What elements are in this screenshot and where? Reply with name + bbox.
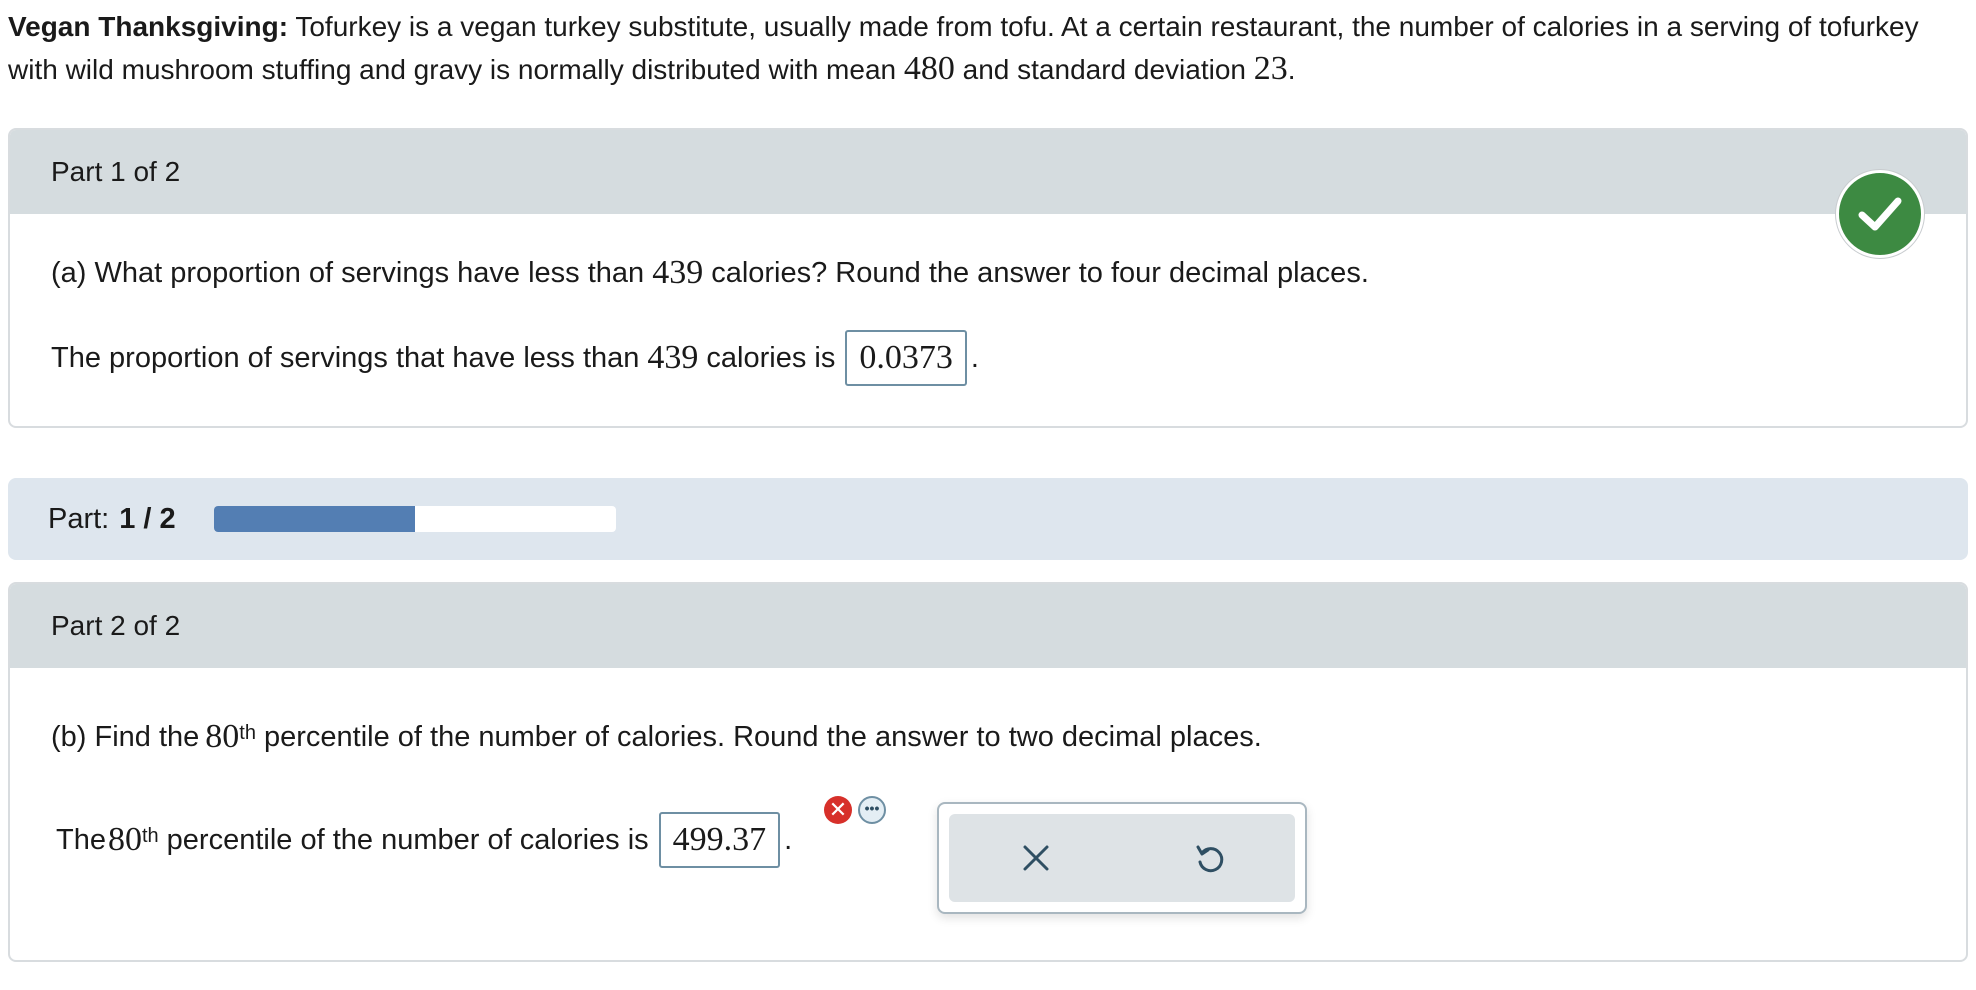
part2-question-sup: th [239,721,256,744]
part2-answer-value: 499.37 [672,821,767,858]
close-icon[interactable] [1006,828,1066,888]
part2-answer-text-b: percentile of the number of calories is [166,823,649,856]
part1-question-number: 439 [652,254,704,291]
part2-answer-text-a: The [56,823,106,856]
progress-track [213,506,616,532]
part2-answer-number: 80 [107,821,142,858]
intro-text-c: . [1287,54,1296,85]
undo-icon[interactable] [1179,828,1239,888]
part1-answer-period: . [970,341,979,374]
part1-question: (a) What proportion of servings have les… [51,254,1369,292]
progress-fill [213,506,415,532]
part-progress: Part: 1 / 2 [8,478,1968,560]
part1-answer-text-a: The proportion of servings that have les… [51,341,640,374]
intro-text-b: and standard deviation [954,54,1254,85]
part1-answer-value: 0.0373 [859,339,953,376]
part2-question-text-b: percentile of the number of calories. Ro… [263,720,1262,753]
part2-answer-line: The 80th percentile of the number of cal… [56,812,792,868]
part2-header: Part 2 of 2 [10,584,1966,668]
progress-value: 1 / 2 [119,502,176,535]
part2-question-text-a: (b) Find the [51,720,200,753]
answer-tools-popup [937,802,1307,914]
correct-check-icon [1836,170,1924,258]
part2-question: (b) Find the 80th percentile of the numb… [51,718,1262,756]
mean-value: 480 [903,50,955,87]
problem-title: Vegan Thanksgiving: [8,11,289,42]
ellipsis-icon[interactable]: ••• [858,796,886,824]
part2-answer-input[interactable]: 499.37 [658,812,781,868]
part1-answer-line: The proportion of servings that have les… [51,330,979,386]
part1-header: Part 1 of 2 [10,130,1966,214]
part2-question-number: 80 [205,718,240,755]
progress-label: Part: [48,502,110,535]
part2-answer-period: . [784,823,793,856]
part2-answer-sup: th [141,824,159,847]
x-circle-icon[interactable]: ✕ [824,796,852,824]
problem-intro: Vegan Thanksgiving: Tofurkey is a vegan … [8,6,1968,91]
sd-value: 23 [1253,50,1288,87]
part1-card: Part 1 of 2 (a) What proportion of servi… [8,128,1968,428]
part1-answer-number: 439 [647,339,699,376]
answer-tools-panel [949,814,1295,902]
part1-answer-input[interactable]: 0.0373 [845,330,967,386]
part1-question-text-a: (a) What proportion of servings have les… [51,256,645,289]
part1-answer-text-b: calories is [706,341,836,374]
part1-question-text-b: calories? Round the answer to four decim… [711,256,1369,289]
